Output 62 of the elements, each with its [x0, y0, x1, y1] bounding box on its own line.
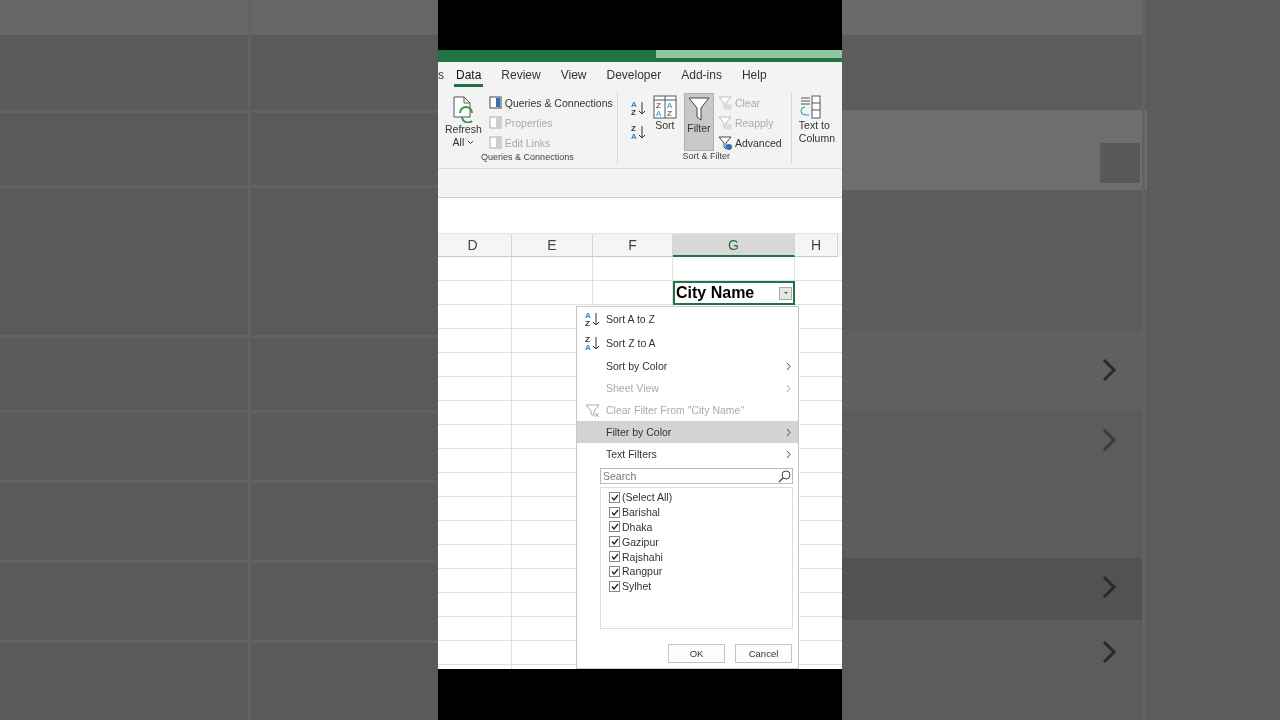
filter-icon: [717, 95, 732, 110]
list-item-label[interactable]: Rajshahi: [622, 550, 663, 563]
checkbox[interactable]: [609, 506, 620, 518]
column-header[interactable]: E: [512, 234, 593, 257]
ribbon-command[interactable]: Queries & Connections: [488, 94, 613, 111]
list-item-label[interactable]: Sylhet: [622, 580, 652, 593]
search-icon: [778, 470, 791, 483]
command-icon: [488, 136, 502, 149]
checkbox[interactable]: [609, 565, 620, 577]
menu-item[interactable]: Filter by Color: [577, 421, 798, 443]
list-item-label[interactable]: Gazipur: [622, 535, 659, 548]
checkbox[interactable]: [609, 551, 620, 563]
chevron-right-icon: [786, 449, 791, 459]
text-to-columns-icon: [798, 95, 821, 119]
ribbon-command[interactable]: Advanced: [717, 134, 782, 151]
list-item-label[interactable]: Dhaka: [622, 521, 653, 533]
chevron-right-icon: [786, 427, 791, 437]
sort-button[interactable]: Z A A Z Sort: [649, 92, 680, 151]
chevron-right-icon: [786, 361, 791, 371]
sort-icon: Z A A Z: [652, 95, 677, 119]
filter-icon: [717, 115, 732, 130]
command-icon: [488, 116, 502, 129]
checkbox[interactable]: [609, 491, 620, 503]
list-item-label[interactable]: Barishal: [622, 506, 660, 519]
ribbon-tab[interactable]: Data: [446, 62, 492, 88]
table-cell-text: City Name: [676, 284, 755, 302]
column-header[interactable]: H: [795, 234, 838, 257]
ribbon-tab[interactable]: View: [550, 62, 597, 88]
menu-item[interactable]: Z A Sort Z to A: [577, 331, 798, 355]
list-item-label[interactable]: (Select All): [622, 491, 673, 504]
ribbon-tab[interactable]: Review: [491, 62, 551, 88]
checkbox[interactable]: [609, 536, 620, 548]
chevron-right-icon: [786, 383, 791, 393]
command-icon: [488, 96, 502, 109]
ribbon-tab[interactable]: Developer: [596, 62, 672, 88]
list-item-label[interactable]: Rangpur: [622, 565, 663, 578]
text-to-columns-button[interactable]: Text to Column: [795, 92, 838, 164]
caret-icon: [467, 140, 475, 145]
column-header[interactable]: G: [673, 234, 795, 257]
dialog-button[interactable]: OK: [668, 644, 725, 663]
menu-item[interactable]: Text Filters: [577, 443, 798, 465]
menu-item[interactable]: Sort by Color: [577, 355, 798, 377]
checkbox[interactable]: [609, 580, 620, 592]
group-label: Sort & Filter: [682, 151, 731, 163]
filter-button[interactable]: Filter: [683, 93, 714, 151]
ribbon-tab[interactable]: Add-ins: [671, 62, 732, 88]
filter-dropdown-button[interactable]: [779, 286, 792, 300]
dialog-button[interactable]: Cancel: [735, 644, 792, 663]
refresh-all-button[interactable]: Refresh All: [442, 92, 485, 152]
checkbox[interactable]: [609, 521, 620, 533]
menu-item[interactable]: A Z Sort A to Z: [577, 307, 798, 331]
ribbon-tab[interactable]: Help: [731, 62, 777, 88]
filter-icon: [686, 96, 711, 122]
caret-icon: [782, 291, 789, 295]
selected-cell[interactable]: City Name: [673, 281, 795, 305]
ribbon-tab[interactable]: s: [438, 62, 446, 88]
group-label: Queries & Connections: [481, 152, 574, 164]
search-field[interactable]: Search: [600, 468, 793, 484]
column-header[interactable]: F: [593, 234, 673, 257]
column-header[interactable]: D: [438, 234, 512, 257]
clear-filter-icon: [585, 402, 600, 418]
filter-icon: [717, 135, 732, 150]
